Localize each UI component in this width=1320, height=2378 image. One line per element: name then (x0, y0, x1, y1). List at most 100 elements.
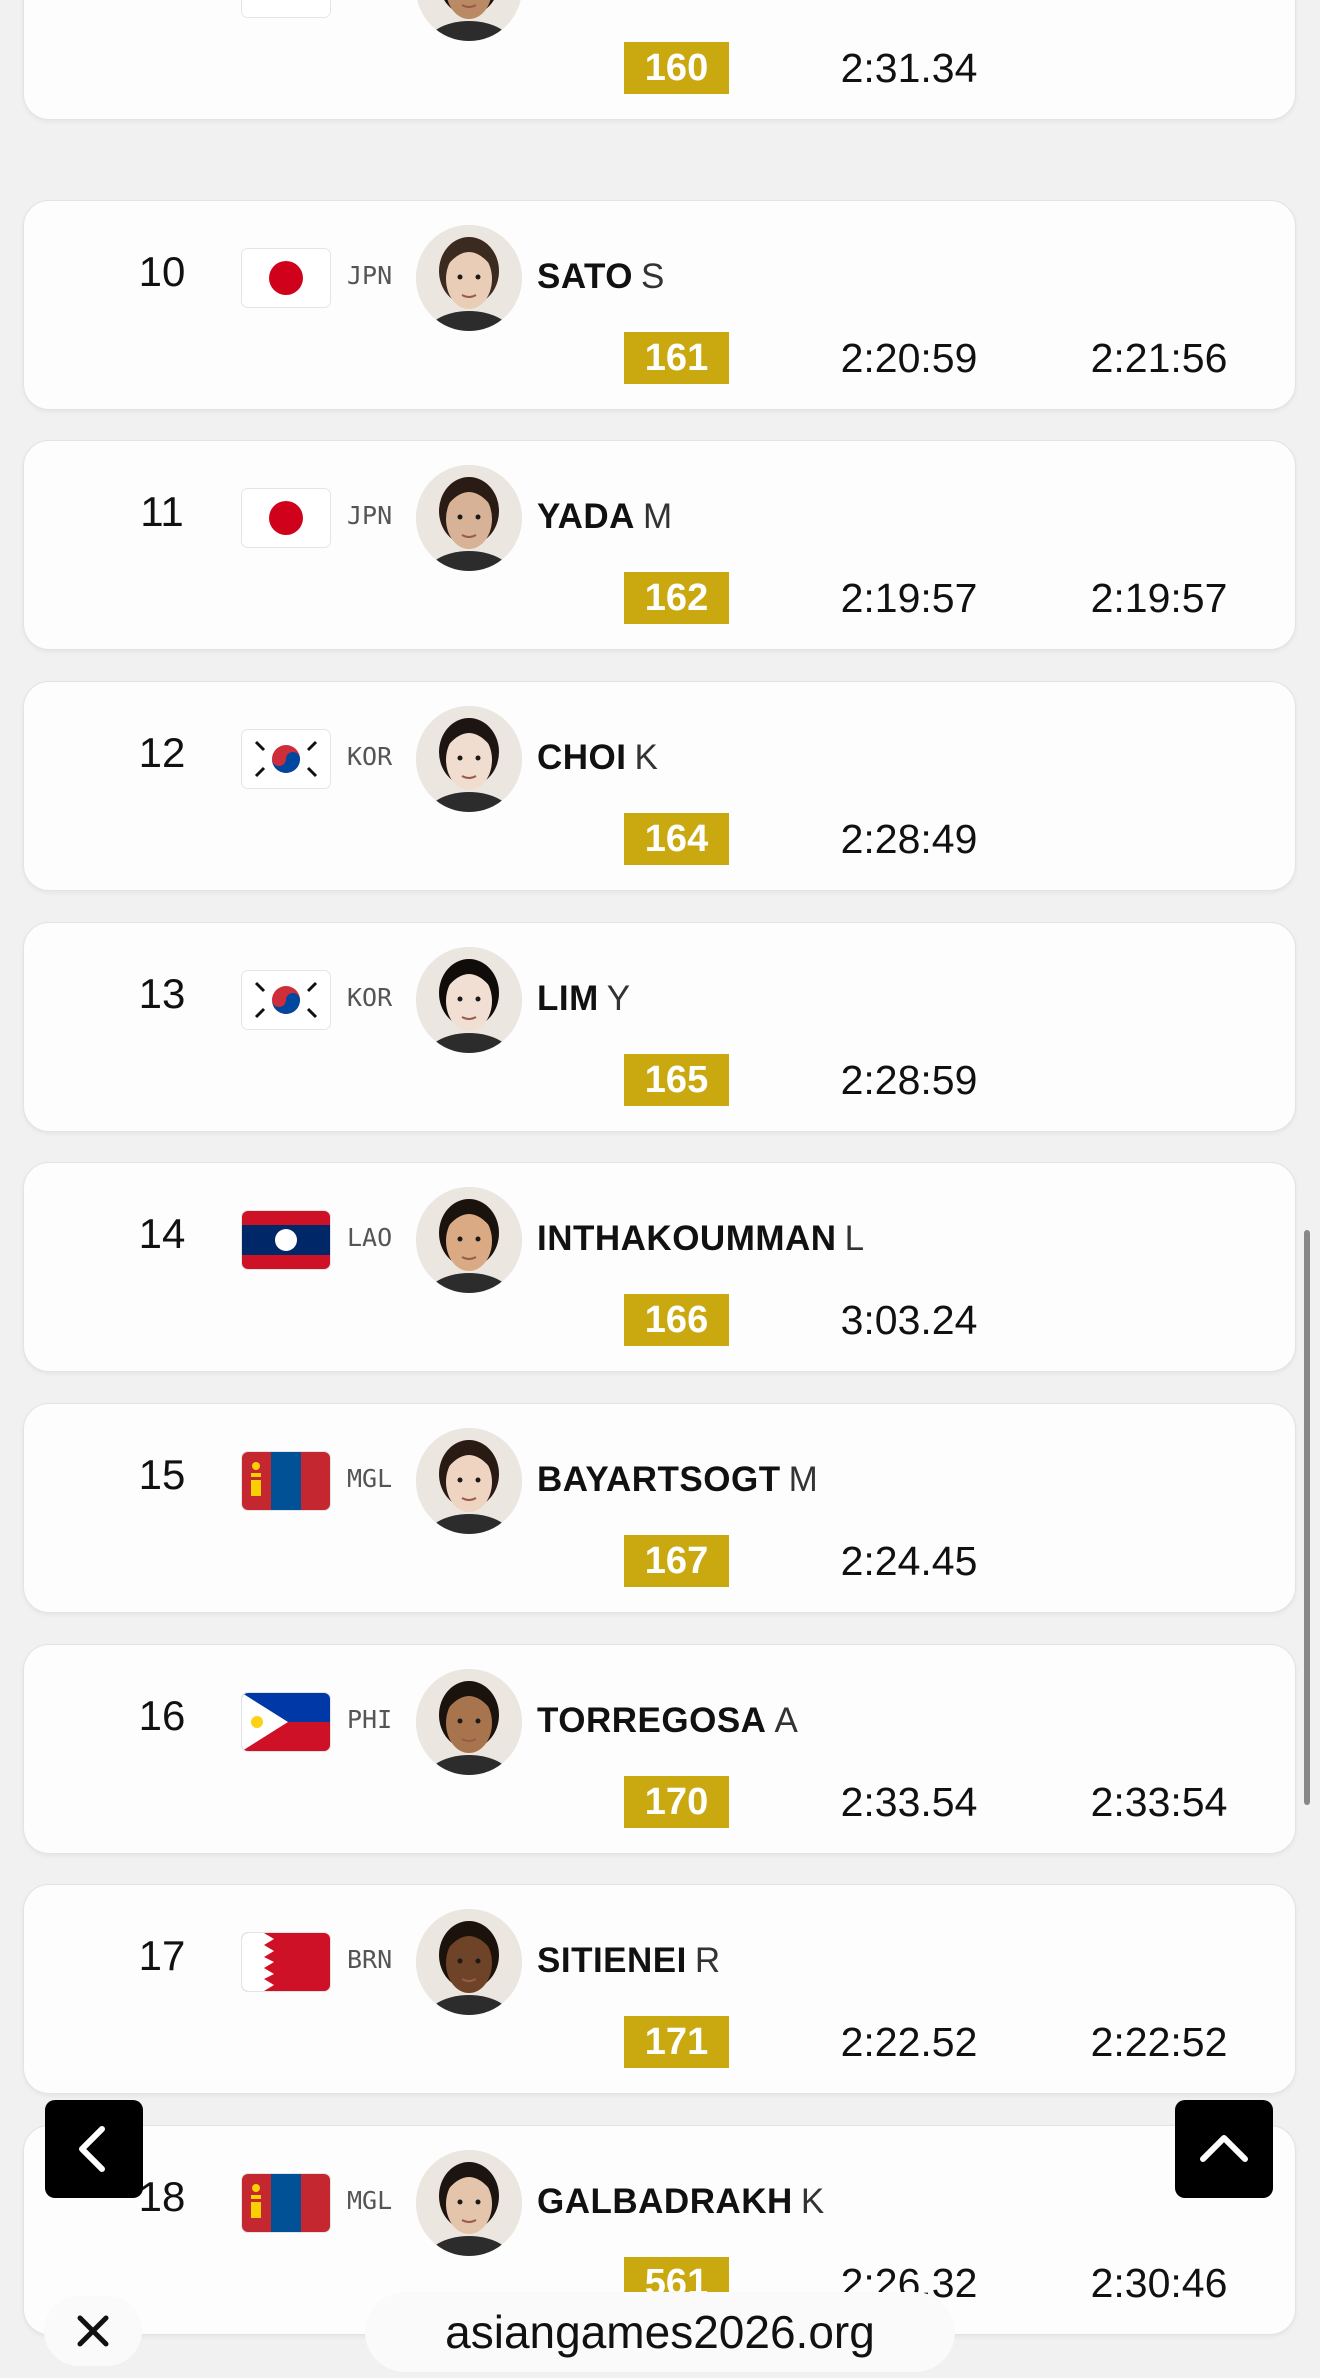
result-card[interactable]: 14 LAO INTHAKOUMMAN L 166 3:03.24 (23, 1162, 1296, 1372)
result-card[interactable]: 15 MGL BAYARTSOGT M 167 2:24.45 (23, 1403, 1296, 1613)
athlete-given-initial: A (774, 1701, 798, 1740)
result-card[interactable]: 13 KOR LIM Y 165 2:28:59 (23, 922, 1296, 1132)
athlete-surname: GALBADRAKH (537, 2182, 793, 2221)
country-code: BRN (347, 1945, 393, 1974)
athlete-avatar (416, 1909, 522, 2015)
address-bar[interactable]: asiangames2026.org (365, 2292, 955, 2372)
athlete-surname: CHOI (537, 738, 627, 777)
flag-icon (242, 730, 330, 788)
athlete-avatar (416, 706, 522, 812)
close-tab-button[interactable] (44, 2296, 142, 2366)
best-time: 2:22:52 (1090, 2019, 1228, 2065)
bib-badge: 170 (624, 1776, 729, 1828)
result-card[interactable]: 9INANAIBAHO OE1602:31.34 (23, 0, 1296, 120)
flag-icon (242, 1933, 330, 1991)
athlete-avatar (416, 465, 522, 571)
country-code: KOR (347, 983, 393, 1012)
address-url: asiangames2026.org (445, 2306, 875, 2358)
athlete-name[interactable]: GALBADRAKH K (537, 2182, 824, 2222)
result-time: 2:20:59 (840, 335, 978, 381)
country-code: KOR (347, 742, 393, 771)
athlete-name[interactable]: SITIENEI R (537, 1941, 720, 1981)
athlete-given-initial: S (641, 257, 665, 296)
rank: 9 (102, 0, 222, 6)
athlete-avatar (416, 2150, 522, 2256)
bib-badge: 166 (624, 1294, 729, 1346)
athlete-name[interactable]: LIM Y (537, 979, 630, 1019)
rank: 13 (138, 970, 186, 1017)
country-code: MGL (347, 2186, 393, 2215)
bib-badge: 167 (624, 1535, 729, 1587)
athlete-name[interactable]: TORREGOSA A (537, 1701, 798, 1741)
athlete-avatar (416, 947, 522, 1053)
scroll-to-top-button[interactable] (1175, 2100, 1273, 2198)
rank: 14 (138, 1210, 186, 1257)
athlete-name[interactable]: BAYARTSOGT M (537, 1460, 818, 1500)
result-time: 2:33.54 (840, 1779, 978, 1825)
athlete-name[interactable]: SATO S (537, 257, 664, 297)
rank: 16 (138, 1692, 186, 1739)
chevron-left-icon (79, 2126, 105, 2172)
athlete-surname: TORREGOSA (537, 1701, 767, 1740)
athlete-name[interactable]: YADA M (537, 497, 672, 537)
athlete-surname: BAYARTSOGT (537, 1460, 781, 1499)
country-code: LAO (347, 1223, 393, 1252)
result-time: 3:03.24 (840, 1297, 978, 1343)
country-code: PHI (347, 1705, 393, 1734)
athlete-surname: NAIBAHO OE (537, 0, 766, 6)
athlete-given-initial: R (694, 1941, 721, 1980)
athlete-avatar (416, 0, 522, 41)
flag-icon (242, 2174, 330, 2232)
result-time: 2:19:57 (840, 575, 978, 621)
result-card[interactable]: 12 KOR CHOI K 164 2:28:49 (23, 681, 1296, 891)
bib-badge: 165 (624, 1054, 729, 1106)
back-button[interactable] (45, 2100, 143, 2198)
result-card[interactable]: 16 PHI TORREGOSA A 170 2:33.54 2:33:54 (23, 1644, 1296, 1854)
country-code: JPN (347, 501, 393, 530)
result-time: 2:24.45 (840, 1538, 978, 1584)
flag-icon (242, 1693, 330, 1751)
result-card[interactable]: 11 JPN YADA M 162 2:19:57 2:19:57 (23, 440, 1296, 650)
flag-icon (242, 249, 330, 307)
results-list: 9INANAIBAHO OE1602:31.34 10 JPN SATOS 161 2:2… (0, 0, 1320, 2378)
athlete-given-initial: M (788, 1460, 818, 1499)
athlete-given-initial: K (800, 2182, 825, 2221)
athlete-surname: LIM (537, 979, 599, 1018)
athlete-given-initial: M (642, 497, 673, 536)
athlete-name[interactable]: CHOI K (537, 738, 658, 778)
chevron-up-icon (1200, 2135, 1248, 2162)
bib-badge: 161 (624, 332, 729, 384)
athlete-surname: SITIENEI (537, 1941, 687, 1980)
athlete-given-initial: Y (606, 979, 631, 1018)
rank: 17 (138, 1932, 186, 1979)
athlete-surname: INTHAKOUMMAN (537, 1219, 837, 1258)
rank: 10 (138, 248, 186, 295)
bib-badge: 171 (624, 2016, 729, 2068)
result-time: 2:28:59 (840, 1057, 978, 1103)
scrollbar[interactable] (1304, 1230, 1310, 1805)
bib-badge: 164 (624, 813, 729, 865)
result-time: 2:31.34 (840, 45, 978, 91)
bib-badge: 162 (624, 572, 729, 624)
result-time: 2:28:49 (840, 816, 978, 862)
best-time: 2:21:56 (1090, 335, 1228, 381)
athlete-avatar (416, 225, 522, 331)
rank: 11 (140, 488, 184, 535)
flag-icon (242, 1211, 330, 1269)
country-code: JPN (347, 261, 393, 290)
athlete-surname: YADA (537, 497, 635, 536)
athlete-avatar (416, 1428, 522, 1534)
athlete-given-initial: K (634, 738, 658, 777)
country-code: MGL (347, 1464, 393, 1493)
athlete-avatar (416, 1187, 522, 1293)
result-card[interactable]: 10 JPN SATO S 161 2:20:59 2:21:56 (23, 200, 1296, 410)
result-card[interactable]: 17 BRN SITIENEI R 171 2:22.52 2:22:52 (23, 1884, 1296, 2094)
athlete-name[interactable]: NAIBAHO OE (537, 0, 774, 7)
flag-icon (242, 971, 330, 1029)
athlete-avatar (416, 1669, 522, 1775)
rank: 15 (138, 1451, 186, 1498)
flag-icon (242, 0, 330, 17)
athlete-name[interactable]: INTHAKOUMMAN L (537, 1219, 864, 1259)
result-time: 2:22.52 (840, 2019, 978, 2065)
best-time: 2:33:54 (1090, 1779, 1228, 1825)
